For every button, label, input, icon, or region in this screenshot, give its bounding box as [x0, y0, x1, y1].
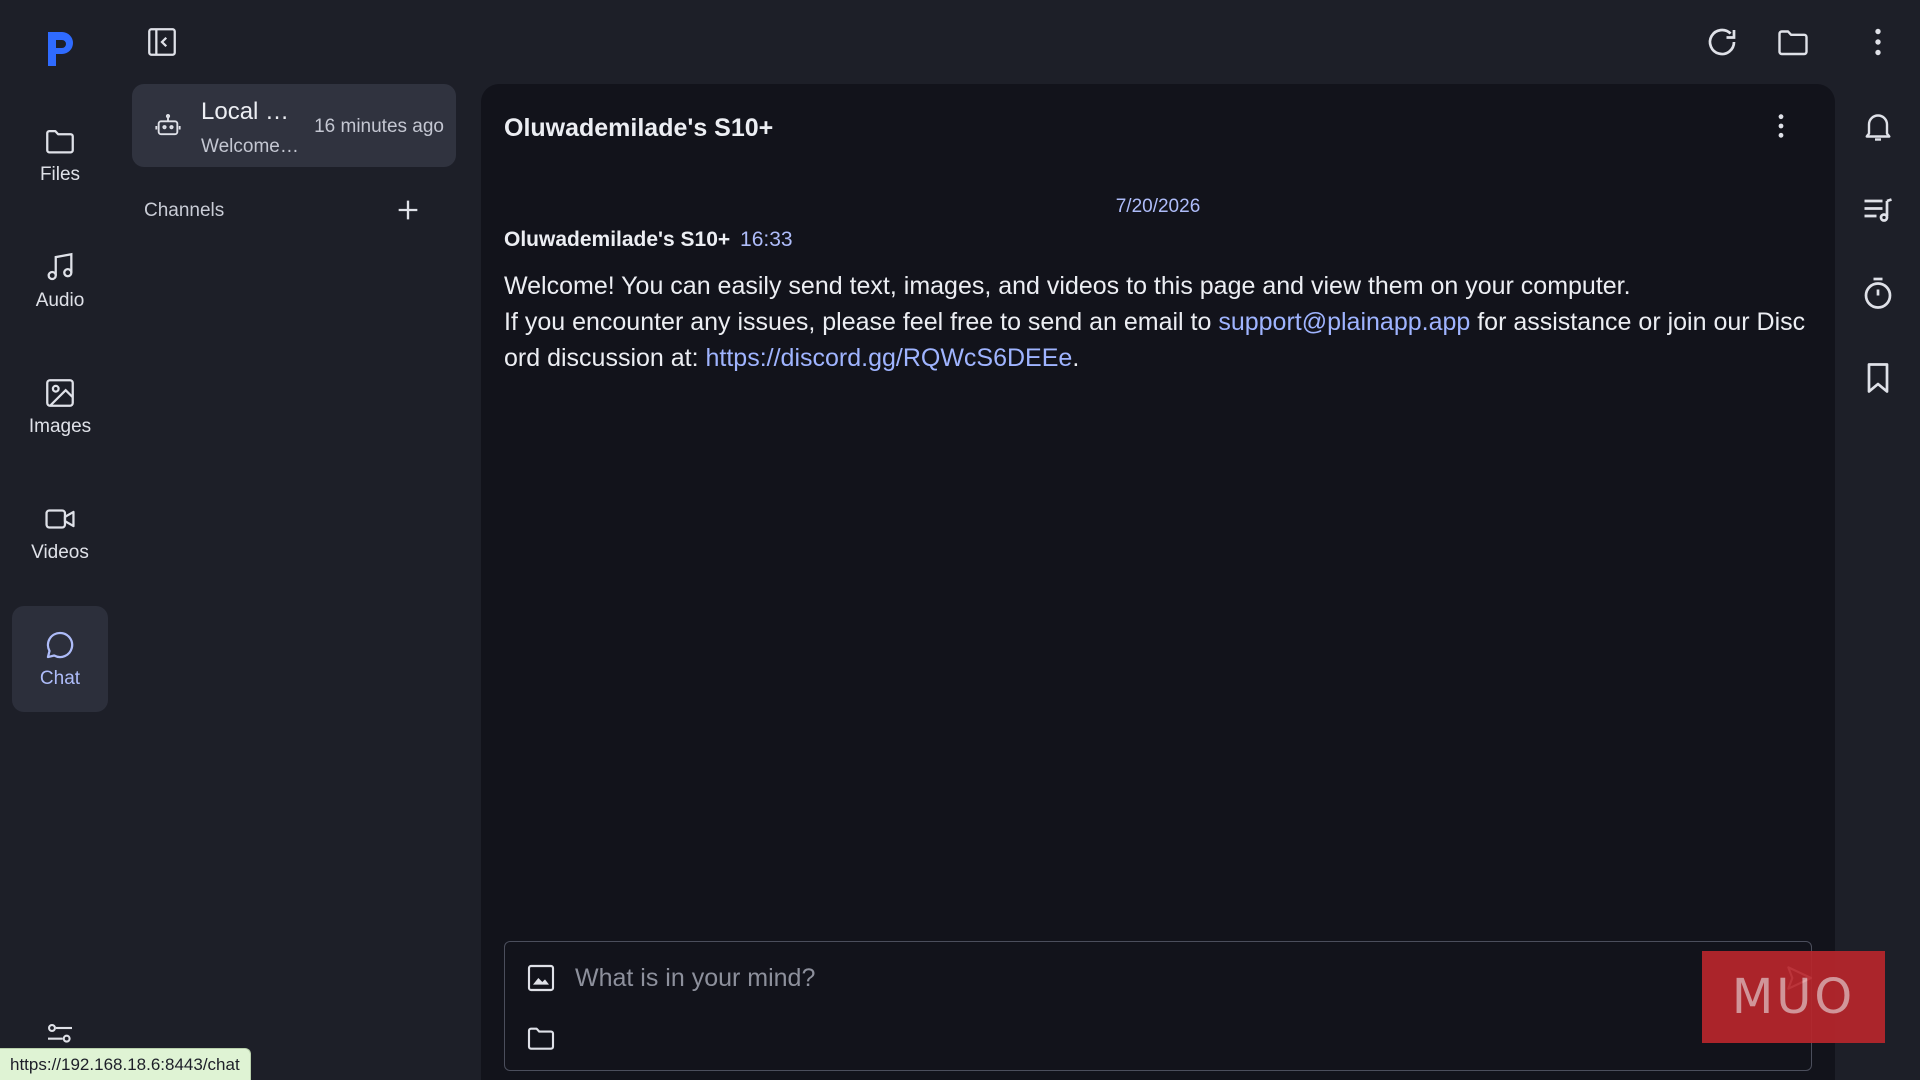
chat-entry-time: 16 minutes ago [314, 116, 444, 137]
more-vertical-icon[interactable] [1765, 110, 1797, 142]
nav-rail: Files Audio Images Videos Chat [0, 0, 120, 1080]
playlist-music-icon[interactable] [1860, 192, 1896, 228]
nav-item-files[interactable]: Files [12, 102, 108, 208]
nav-label-images: Images [28, 416, 92, 437]
image-attach-icon[interactable] [525, 962, 557, 994]
music-note-icon [47, 252, 73, 281]
message-line-1: Welcome! You can easily send text, image… [504, 272, 1631, 300]
bookmark-icon[interactable] [1860, 360, 1896, 396]
message-input[interactable] [575, 956, 1695, 1000]
plainapp-logo[interactable] [44, 28, 78, 68]
message-text-suffix: . [1072, 344, 1080, 372]
add-channel-icon[interactable] [394, 196, 422, 224]
message-header: Oluwademilade's S10+ 16:33 [504, 228, 793, 252]
chat-main-panel: Oluwademilade's S10+ 7/20/2026 Oluwademi… [481, 84, 1835, 1080]
nav-label-chat: Chat [39, 668, 81, 689]
chat-title: Oluwademilade's S10+ [504, 114, 774, 142]
chat-bubble-icon [46, 631, 74, 659]
nav-item-chat[interactable]: Chat [12, 606, 108, 712]
message-line-2: If you encounter any issues, please feel… [504, 304, 1816, 376]
nav-label-files: Files [39, 164, 81, 185]
muo-watermark: MUO [1702, 951, 1885, 1043]
video-camera-icon [45, 509, 75, 529]
nav-label-audio: Audio [35, 290, 85, 311]
message-text-prefix: If you encounter any issues, please feel… [504, 308, 1219, 336]
watermark-text: MUO [1731, 969, 1856, 1025]
timer-icon[interactable] [1860, 276, 1896, 312]
discord-link[interactable]: https://discord.gg/RQWcS6DEEe [706, 344, 1073, 372]
message-time: 16:33 [740, 228, 793, 251]
nav-item-images[interactable]: Images [12, 354, 108, 460]
message-composer [504, 941, 1813, 1071]
more-vertical-icon[interactable] [1860, 24, 1896, 60]
chat-entry-title: Local … [201, 98, 290, 125]
image-icon [46, 379, 74, 407]
folder-icon[interactable] [1775, 24, 1811, 60]
folder-attach-icon[interactable] [525, 1022, 557, 1054]
support-email-link[interactable]: support@plainapp.app [1218, 308, 1470, 336]
robot-icon [155, 113, 181, 136]
bell-icon[interactable] [1860, 108, 1896, 144]
chat-list-item[interactable]: Local … Welcome… 16 minutes ago [132, 84, 456, 167]
message-body: Welcome! You can easily send text, image… [504, 268, 1816, 376]
nav-item-audio[interactable]: Audio [12, 228, 108, 334]
message-sender: Oluwademilade's S10+ [504, 228, 731, 251]
chat-entry-preview: Welcome… [201, 136, 299, 157]
channels-heading: Channels [144, 200, 225, 221]
nav-item-videos[interactable]: Videos [12, 480, 108, 586]
date-separator: 7/20/2026 [1115, 196, 1201, 217]
nav-label-videos: Videos [31, 542, 89, 563]
sidebar-toggle-icon[interactable] [145, 25, 179, 59]
folder-icon [46, 129, 74, 154]
refresh-icon[interactable] [1704, 24, 1740, 60]
status-bar-url: https://192.168.18.6:8443/chat [0, 1048, 251, 1080]
